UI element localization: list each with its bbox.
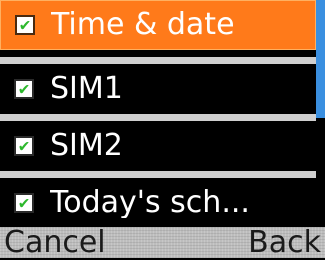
list-item-label: SIM2 [50,131,123,161]
list-item-todays-schedule[interactable]: ✔ Today's sch... [0,178,316,228]
list-item-label: Time & date [51,10,235,40]
checkbox[interactable]: ✔ [14,136,34,156]
checkbox-list: ✔ Time & date ✔ SIM1 ✔ SIM2 ✔ Today's sc… [0,0,316,227]
checkmark-icon: ✔ [18,16,32,34]
list-item-sim2[interactable]: ✔ SIM2 [0,121,316,171]
list-item-label: Today's sch... [50,188,250,218]
checkmark-icon: ✔ [17,194,31,212]
row-divider [0,171,316,178]
checkmark-icon: ✔ [17,137,31,155]
row-divider [0,57,316,64]
checkmark-icon: ✔ [17,80,31,98]
scrollbar-thumb[interactable] [316,0,325,118]
row-divider [0,114,316,121]
softkey-bar: Cancel Back [0,227,325,258]
list-item-label: SIM1 [50,74,123,104]
cancel-softkey[interactable]: Cancel [0,227,110,258]
checkbox[interactable]: ✔ [15,15,35,35]
list-item-time-date[interactable]: ✔ Time & date [0,0,316,50]
checkbox[interactable]: ✔ [14,79,34,99]
back-softkey[interactable]: Back [244,227,325,258]
list-item-sim1[interactable]: ✔ SIM1 [0,64,316,114]
checkbox[interactable]: ✔ [14,193,34,213]
